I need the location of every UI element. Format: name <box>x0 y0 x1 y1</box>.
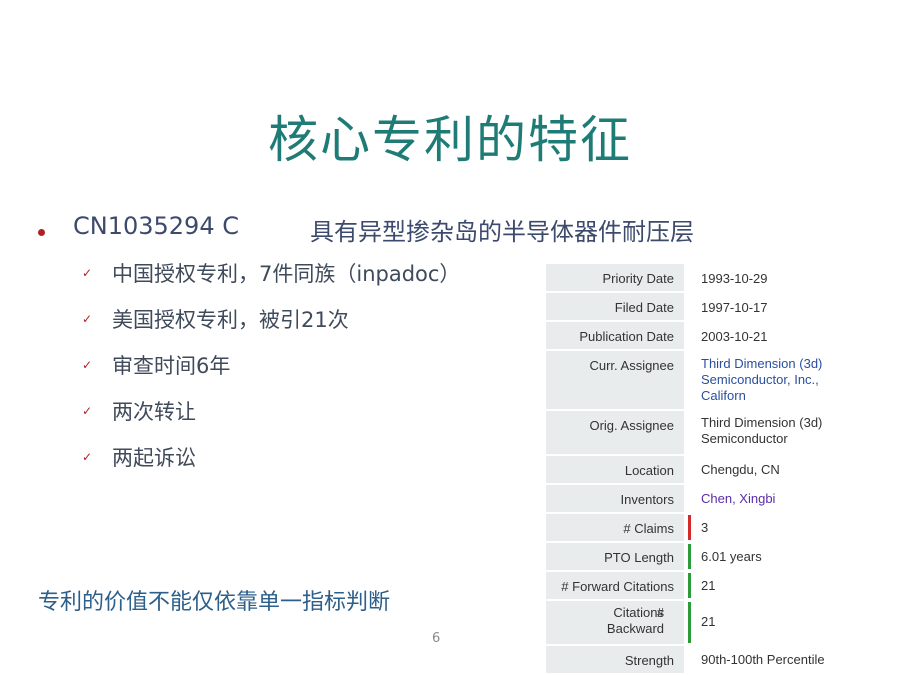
info-row-location: Location Chengdu, CN <box>546 454 844 483</box>
checkmark-icon: ✓ <box>82 312 93 326</box>
info-value: 1993-10-29 <box>701 271 768 286</box>
info-value: 3 <box>701 520 709 535</box>
info-value: 1997-10-17 <box>701 300 768 315</box>
info-label: Priority Date <box>546 264 684 291</box>
sub-bullet-text: 两起诉讼 <box>112 446 196 470</box>
info-value: 2003-10-21 <box>701 329 768 344</box>
slide-title: 核心专利的特征 <box>268 111 632 169</box>
info-row-priority-date: Priority Date 1993-10-29 <box>546 262 844 291</box>
info-row-orig-assignee: Orig. Assignee Third Dimension (3d) Semi… <box>546 409 844 454</box>
info-label: # Claims <box>546 514 684 541</box>
indicator-bar-red <box>688 515 691 540</box>
summary-text: 专利的价值不能仅依靠单一指标判断 <box>38 590 391 615</box>
info-value: Third Dimension (3d) Semiconductor <box>701 415 823 446</box>
info-label: # Forward Citations <box>546 572 684 599</box>
info-label: PTO Length <box>546 543 684 570</box>
bullet-dot-icon <box>38 229 45 236</box>
info-label: Location <box>546 456 684 483</box>
info-row-strength: Strength 90th-100th Percentile <box>546 644 844 673</box>
info-label: Inventors <box>546 485 684 512</box>
sub-bullet-item: ✓ 两起诉讼 <box>82 442 512 488</box>
info-value: 6.01 years <box>701 549 762 564</box>
indicator-bar-green <box>688 573 691 598</box>
info-label: Orig. Assignee <box>546 411 684 454</box>
patent-description: 具有异型掺杂岛的半导体器件耐压层 <box>310 218 694 246</box>
info-value: Chengdu, CN <box>701 462 780 477</box>
info-row-forward-citations: # Forward Citations 21 <box>546 570 844 599</box>
info-row-inventors: Inventors Chen, Xingbi <box>546 483 844 512</box>
curr-assignee-link[interactable]: Third Dimension (3d) Semiconductor, Inc.… <box>701 356 822 404</box>
sub-bullet-item: ✓ 美国授权专利，被引21次 <box>82 304 512 350</box>
info-value: 21 <box>701 578 716 593</box>
checkmark-icon: ✓ <box>82 266 93 280</box>
checkmark-icon: ✓ <box>82 450 93 464</box>
indicator-bar-green <box>688 544 691 569</box>
sub-bullet-text: 美国授权专利，被引21次 <box>112 308 349 332</box>
inventor-link[interactable]: Chen, Xingbi <box>701 491 775 506</box>
info-row-backward-citations: # Backward Citations 21 <box>546 599 844 644</box>
info-label: Publication Date <box>546 322 684 349</box>
info-row-filed-date: Filed Date 1997-10-17 <box>546 291 844 320</box>
sub-bullet-list: ✓ 中国授权专利，7件同族（inpadoc） ✓ 美国授权专利，被引21次 ✓ … <box>82 258 512 488</box>
sub-bullet-item: ✓ 两次转让 <box>82 396 512 442</box>
patent-number: CN1035294 C <box>73 212 239 240</box>
info-row-claims: # Claims 3 <box>546 512 844 541</box>
info-label: Filed Date <box>546 293 684 320</box>
info-row-publication-date: Publication Date 2003-10-21 <box>546 320 844 349</box>
page-number: 6 <box>432 631 441 646</box>
sub-bullet-text: 审查时间6年 <box>112 354 231 378</box>
info-row-pto-length: PTO Length 6.01 years <box>546 541 844 570</box>
sub-bullet-item: ✓ 审查时间6年 <box>82 350 512 396</box>
info-value: 21 <box>701 614 716 629</box>
sub-bullet-text: 中国授权专利，7件同族（inpadoc） <box>112 262 461 286</box>
info-label: # Backward Citations <box>546 601 684 644</box>
sub-bullet-item: ✓ 中国授权专利，7件同族（inpadoc） <box>82 258 512 304</box>
sub-bullet-text: 两次转让 <box>112 400 196 424</box>
info-value: 90th-100th Percentile <box>701 652 825 667</box>
info-label: Curr. Assignee <box>546 351 684 409</box>
patent-info-table: Priority Date 1993-10-29 Filed Date 1997… <box>546 262 844 673</box>
info-row-curr-assignee: Curr. Assignee Third Dimension (3d) Semi… <box>546 349 844 409</box>
indicator-bar-green <box>688 602 691 643</box>
checkmark-icon: ✓ <box>82 404 93 418</box>
checkmark-icon: ✓ <box>82 358 93 372</box>
info-label: Strength <box>546 646 684 673</box>
